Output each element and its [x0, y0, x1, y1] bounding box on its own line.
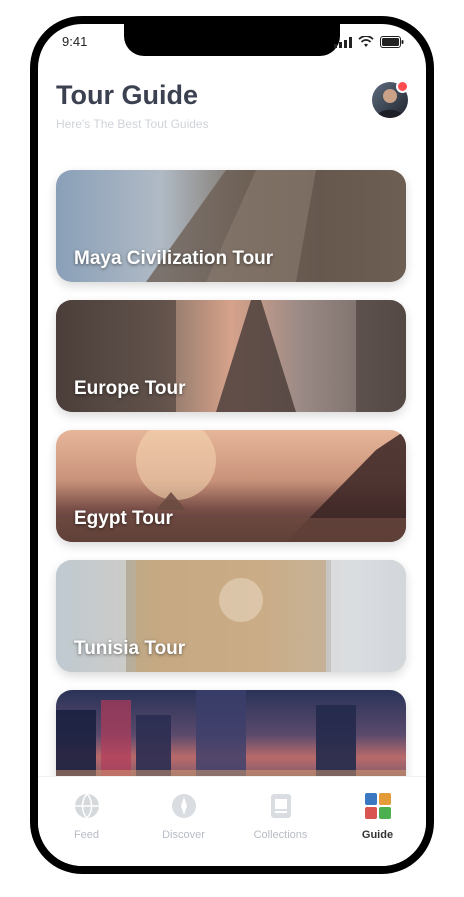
wifi-icon: [358, 36, 374, 47]
globe-icon: [72, 791, 102, 821]
page-subtitle: Here's The Best Tout Guides: [56, 117, 209, 131]
tour-card-label: Tunisia Tour: [74, 638, 186, 659]
tour-list: Maya Civilization Tour Europe Tour Egypt: [56, 170, 406, 820]
battery-icon: [380, 36, 404, 48]
phone-frame: 9:41 Tour Guide Here's The Best Tout Gui…: [30, 16, 434, 874]
collection-icon: [266, 791, 296, 821]
notification-badge: [396, 80, 409, 93]
tab-collections[interactable]: Collections: [241, 791, 321, 841]
tab-feed[interactable]: Feed: [47, 791, 127, 841]
tour-card-europe[interactable]: Europe Tour: [56, 300, 406, 412]
guide-icon: [363, 791, 393, 821]
signal-icon: [334, 36, 352, 48]
tab-label: Feed: [73, 829, 100, 841]
tour-card-label: Europe Tour: [74, 378, 186, 399]
compass-icon: [169, 791, 199, 821]
notch: [124, 24, 340, 56]
tab-bar: Feed Discover Collections Guide: [38, 776, 426, 866]
tab-label: Guide: [361, 829, 394, 841]
app-screen: 9:41 Tour Guide Here's The Best Tout Gui…: [38, 24, 426, 866]
tab-label: Collections: [253, 829, 308, 841]
page-title: Tour Guide: [56, 80, 198, 110]
tour-card-maya[interactable]: Maya Civilization Tour: [56, 170, 406, 282]
status-time: 9:41: [62, 34, 88, 49]
tour-card-tunisia[interactable]: Tunisia Tour: [56, 560, 406, 672]
tour-card-label: Egypt Tour: [74, 508, 173, 529]
tab-label: Discover: [162, 829, 205, 841]
tab-guide[interactable]: Guide: [338, 791, 418, 841]
status-icons: [334, 36, 404, 48]
tour-card-egypt[interactable]: Egypt Tour: [56, 430, 406, 542]
tour-card-label: Maya Civilization Tour: [74, 248, 274, 269]
tab-discover[interactable]: Discover: [144, 791, 224, 841]
